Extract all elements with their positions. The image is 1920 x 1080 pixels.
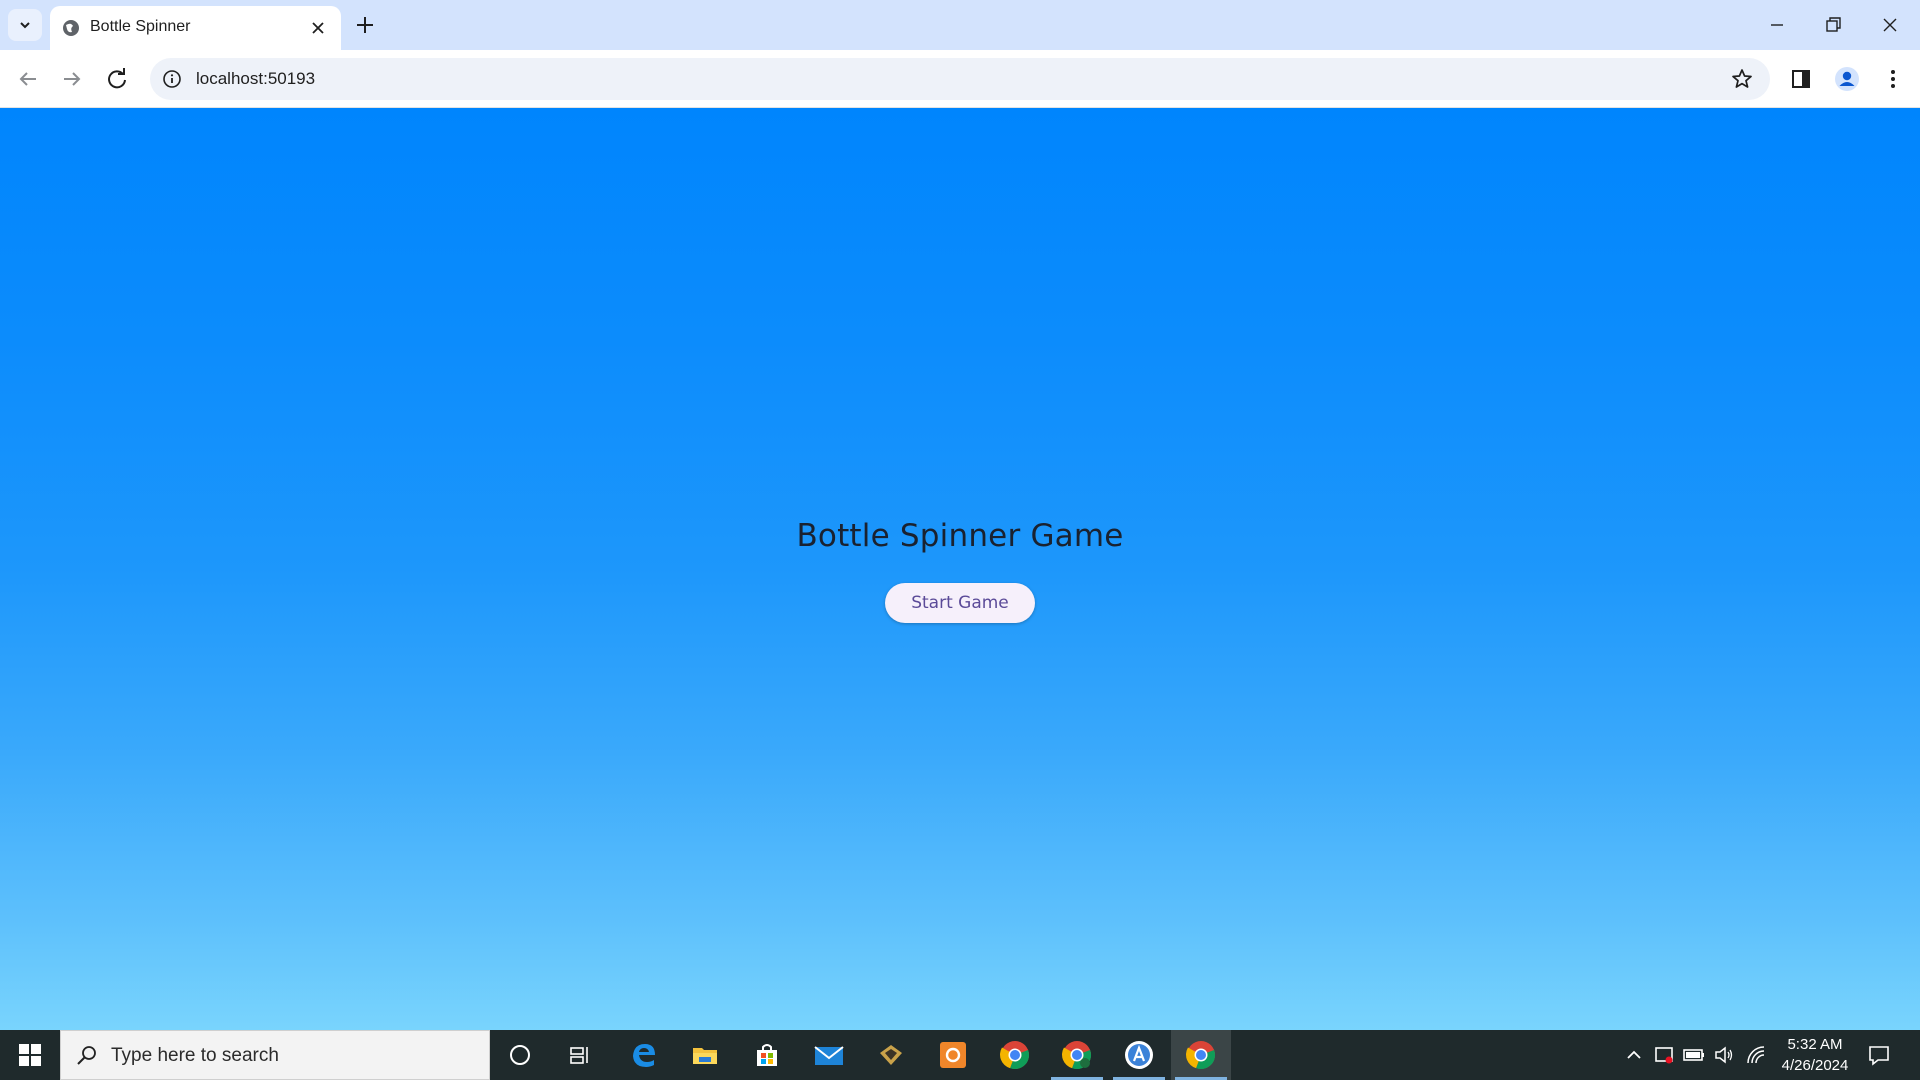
meet-now-icon[interactable] xyxy=(1652,1043,1676,1067)
clock-time: 5:32 AM xyxy=(1787,1036,1843,1053)
chrome-profile-icon xyxy=(1062,1041,1092,1070)
taskbar-orange-app[interactable] xyxy=(923,1030,983,1080)
browser-tab[interactable]: Bottle Spinner xyxy=(50,6,341,50)
side-panel-icon[interactable] xyxy=(1787,65,1815,93)
battery-icon[interactable] xyxy=(1682,1043,1706,1067)
app-store-icon xyxy=(1125,1041,1153,1069)
taskbar-app[interactable] xyxy=(861,1030,921,1080)
chevron-up-icon[interactable] xyxy=(1622,1043,1646,1067)
close-window-icon[interactable] xyxy=(1875,10,1905,40)
edge-icon xyxy=(633,1044,655,1067)
system-clock[interactable]: 5:32 AM 4/26/2024 xyxy=(1770,1034,1860,1076)
chrome-active-icon xyxy=(1186,1041,1216,1070)
taskbar-file-explorer[interactable] xyxy=(675,1030,735,1080)
windows-taskbar: Type here to search 5:32 AM 4/26/2024 xyxy=(0,1030,1920,1080)
notifications-icon[interactable] xyxy=(1866,1042,1892,1068)
star-icon[interactable] xyxy=(1730,67,1754,91)
search-icon xyxy=(77,1046,96,1065)
taskbar-chrome-active[interactable] xyxy=(1171,1030,1231,1080)
store-icon xyxy=(757,1044,777,1066)
cortana-button[interactable] xyxy=(490,1030,550,1080)
page-title: Bottle Spinner Game xyxy=(796,518,1124,554)
plus-icon[interactable] xyxy=(353,13,377,37)
file-explorer-icon xyxy=(693,1048,717,1064)
volume-icon[interactable] xyxy=(1712,1043,1736,1067)
forward-arrow-icon[interactable] xyxy=(58,65,86,93)
close-icon[interactable] xyxy=(308,18,328,38)
orange-app-icon xyxy=(940,1042,966,1068)
taskbar-app-store[interactable] xyxy=(1109,1030,1169,1080)
globe-icon xyxy=(63,20,79,36)
start-game-button[interactable]: Start Game xyxy=(885,583,1035,623)
mail-icon xyxy=(814,1046,844,1065)
page-viewport: Bottle Spinner Game Start Game xyxy=(0,108,1920,1030)
info-icon[interactable] xyxy=(162,69,182,89)
kebab-menu-icon[interactable] xyxy=(1879,65,1907,93)
taskbar-chrome-profile[interactable] xyxy=(1047,1030,1107,1080)
minimize-icon[interactable] xyxy=(1762,10,1792,40)
windows-logo-icon xyxy=(19,1044,41,1066)
reload-icon[interactable] xyxy=(103,65,131,93)
clock-date: 4/26/2024 xyxy=(1781,1057,1849,1074)
cortana-icon xyxy=(510,1045,530,1065)
taskbar-edge[interactable] xyxy=(614,1030,674,1080)
windows-start-button[interactable] xyxy=(0,1030,60,1080)
taskbar-store[interactable] xyxy=(737,1030,797,1080)
url-text[interactable]: localhost:50193 xyxy=(196,69,315,89)
chrome-icon xyxy=(1000,1041,1030,1070)
taskbar-chrome[interactable] xyxy=(985,1030,1045,1080)
task-view-icon xyxy=(570,1047,588,1064)
task-view-button[interactable] xyxy=(550,1030,610,1080)
tab-search-button[interactable] xyxy=(8,9,42,41)
back-arrow-icon[interactable] xyxy=(14,65,42,93)
taskbar-mail[interactable] xyxy=(799,1030,859,1080)
taskbar-search-box[interactable]: Type here to search xyxy=(60,1030,490,1080)
restore-icon[interactable] xyxy=(1818,10,1848,40)
browser-tab-strip: Bottle Spinner xyxy=(0,0,1920,50)
app-icon xyxy=(880,1045,902,1065)
search-placeholder: Type here to search xyxy=(111,1045,279,1066)
address-bar[interactable]: localhost:50193 xyxy=(150,58,1770,100)
chevron-down-icon xyxy=(20,22,30,29)
browser-toolbar: localhost:50193 xyxy=(0,50,1920,108)
tab-title: Bottle Spinner xyxy=(90,18,191,35)
network-icon[interactable] xyxy=(1744,1043,1768,1067)
profile-icon[interactable] xyxy=(1833,65,1861,93)
